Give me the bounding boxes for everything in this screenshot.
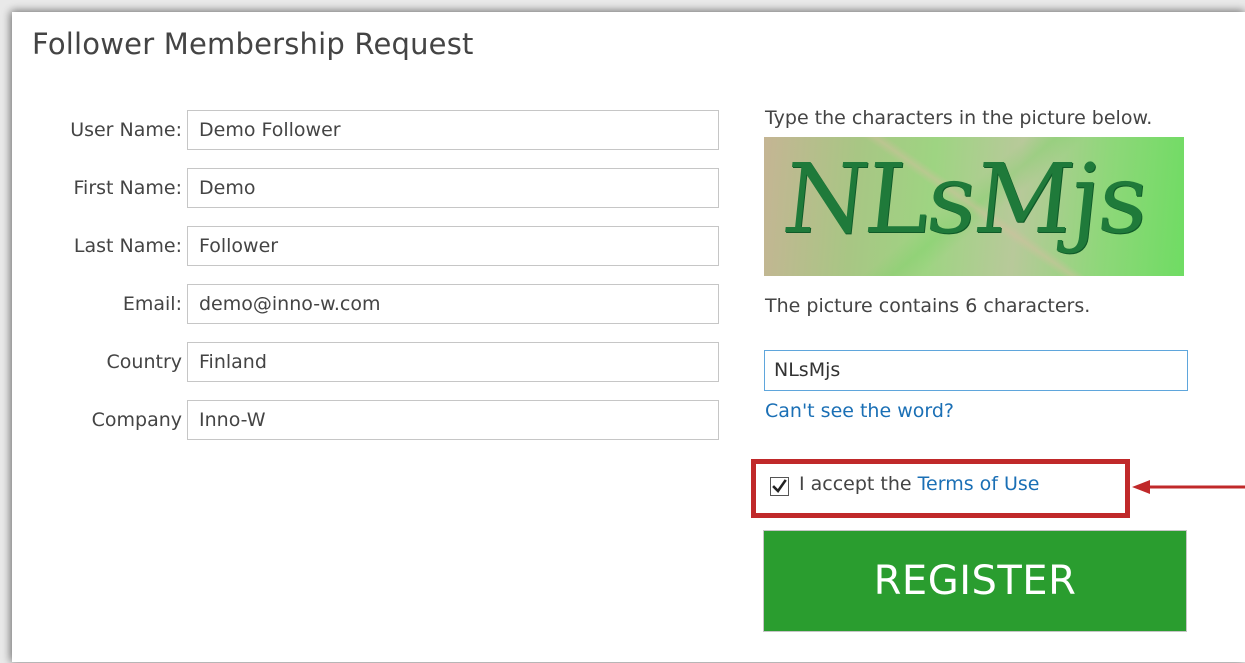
cant-see-word-link[interactable]: Can't see the word?	[765, 400, 954, 422]
company-input[interactable]: Inno-W	[187, 400, 719, 440]
arrow-left-icon	[1132, 480, 1245, 494]
user-name-label: User Name:	[70, 119, 182, 141]
last-name-label: Last Name:	[73, 235, 182, 257]
captcha-image-text: NLsMjs	[778, 143, 1153, 255]
company-label: Company	[91, 409, 182, 431]
terms-label: I accept the Terms of Use	[799, 473, 1040, 495]
terms-prefix: I accept the	[799, 473, 912, 495]
last-name-input[interactable]: Follower	[187, 226, 719, 266]
first-name-input[interactable]: Demo	[187, 168, 719, 208]
country-input[interactable]: Finland	[187, 342, 719, 382]
email-label: Email:	[122, 293, 182, 315]
membership-form-panel: Follower Membership Request User Name: D…	[12, 12, 1245, 662]
checkmark-icon	[772, 479, 787, 494]
terms-of-use-link[interactable]: Terms of Use	[918, 473, 1040, 495]
captcha-input[interactable]: NLsMjs	[764, 350, 1188, 391]
terms-checkbox[interactable]	[770, 477, 789, 496]
email-input[interactable]: demo@inno-w.com	[187, 284, 719, 324]
country-label: Country	[106, 351, 182, 373]
page-title: Follower Membership Request	[32, 27, 474, 61]
user-name-input[interactable]: Demo Follower	[187, 110, 719, 150]
first-name-label: First Name:	[73, 177, 182, 199]
register-button[interactable]: REGISTER	[763, 530, 1187, 632]
captcha-prompt: Type the characters in the picture below…	[765, 107, 1153, 129]
captcha-character-count: The picture contains 6 characters.	[765, 295, 1091, 317]
captcha-image: NLsMjs	[764, 137, 1184, 276]
